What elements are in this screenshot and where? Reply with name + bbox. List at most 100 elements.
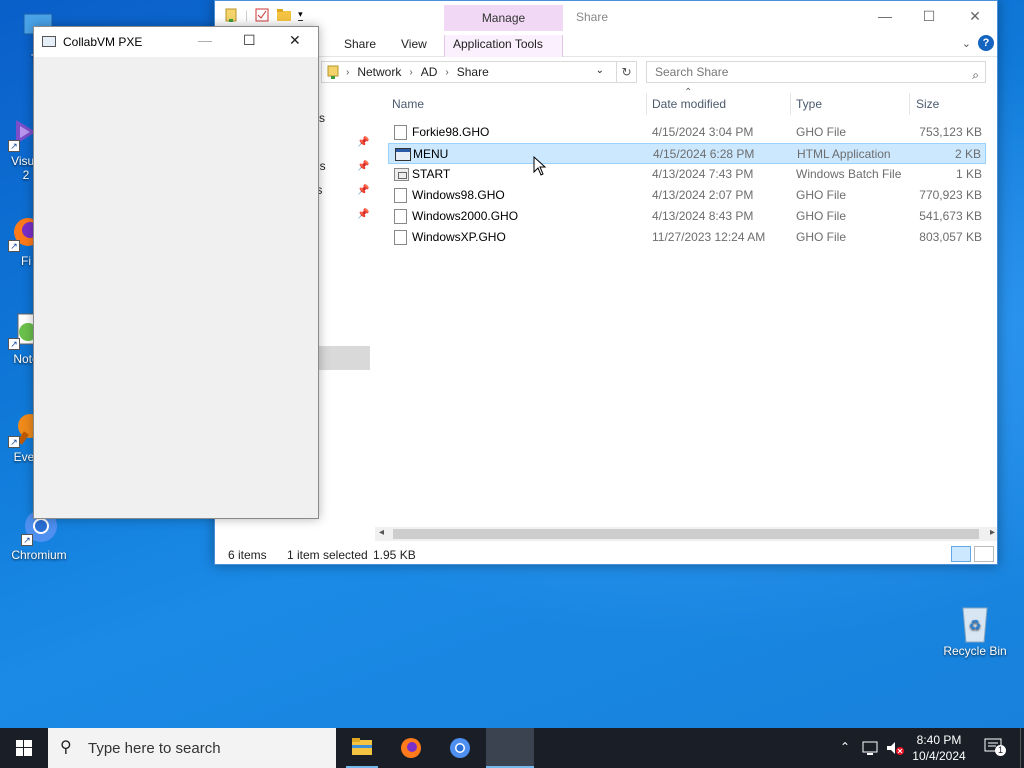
properties-icon[interactable] — [254, 7, 270, 23]
breadcrumb-separator-icon: › — [445, 66, 449, 78]
file-row[interactable]: Windows2000.GHO 4/13/2024 8:43 PM GHO File… — [388, 206, 986, 227]
pin-icon[interactable]: 📌 — [357, 137, 369, 148]
taskbar-collabvm-pxe[interactable] — [486, 728, 534, 768]
app-window-icon — [42, 36, 56, 47]
address-row: › Network › AD › Share ⌄ ↻ Search Share … — [215, 61, 997, 85]
recycle-bin-icon: ♻ — [955, 602, 995, 643]
file-date-modified: 4/15/2024 6:28 PM — [653, 147, 755, 161]
column-divider[interactable] — [646, 93, 647, 115]
show-desktop-button[interactable] — [1020, 728, 1024, 768]
file-name: Windows98.GHO — [412, 188, 505, 202]
shortcut-arrow-icon: ↗ — [8, 436, 20, 448]
network-folder-icon — [327, 65, 339, 79]
pin-icon[interactable]: 📌 — [357, 185, 369, 196]
address-bar[interactable]: › Network › AD › Share ⌄ — [321, 61, 617, 83]
expand-ribbon-chevron-icon[interactable]: ⌄ — [962, 37, 971, 50]
file-date-modified: 4/13/2024 2:07 PM — [652, 188, 754, 202]
maximize-button[interactable]: ☐ — [243, 32, 256, 49]
file-name: START — [412, 167, 451, 181]
file-row[interactable]: MENU 4/15/2024 6:28 PM HTML Application 2 K… — [388, 143, 986, 164]
column-type[interactable]: Type — [796, 97, 822, 111]
breadcrumb-network[interactable]: Network — [357, 65, 401, 79]
desktop-icon-label: Recycle Bin — [943, 644, 1007, 658]
file-type: GHO File — [796, 209, 847, 223]
minimize-button[interactable]: — — [865, 5, 905, 27]
file-explorer-window[interactable]: | ▾ Manage Share — ☐ ✕ Share View Applic… — [214, 0, 998, 565]
file-row[interactable]: WindowsXP.GHO 11/27/2023 12:24 AM GHO File… — [388, 227, 986, 248]
taskbar-search-box[interactable]: ⚲ Type here to search — [48, 728, 336, 768]
file-row[interactable]: Forkie98.GHO 4/15/2024 3:04 PM GHO File 753… — [388, 122, 986, 143]
file-name: Forkie98.GHO — [412, 125, 490, 139]
taskbar-firefox[interactable] — [387, 728, 435, 768]
status-size: 1.95 KB — [373, 548, 416, 562]
hta-icon — [395, 148, 411, 161]
scroll-right-icon[interactable]: ▸ — [990, 527, 995, 538]
tab-view[interactable]: View — [393, 35, 435, 57]
show-hidden-icons[interactable]: ⌃ — [840, 740, 850, 768]
column-name[interactable]: Name — [392, 97, 424, 111]
scrollbar-thumb[interactable] — [393, 529, 979, 539]
status-item-count: 6 items — [228, 548, 267, 562]
large-icons-view-icon[interactable] — [974, 546, 994, 562]
system-clock[interactable]: 8:40 PM 10/4/2024 — [905, 732, 973, 764]
file-date-modified: 4/15/2024 3:04 PM — [652, 125, 754, 139]
pin-icon[interactable]: 📌 — [357, 209, 369, 220]
tab-share[interactable]: Share — [336, 35, 384, 57]
refresh-icon[interactable]: ↻ — [617, 61, 637, 83]
tab-application-tools[interactable]: Application Tools — [444, 35, 563, 57]
minimize-button[interactable]: — — [198, 32, 212, 48]
column-divider[interactable] — [790, 93, 791, 115]
file-name: MENU — [413, 147, 449, 161]
start-button[interactable] — [0, 728, 48, 768]
volume-muted-icon[interactable] — [885, 740, 905, 768]
details-view-icon[interactable] — [951, 546, 971, 562]
desktop-icon-recycle-bin[interactable]: ♻ Recycle Bin — [937, 602, 1013, 658]
breadcrumb-ad[interactable]: AD — [421, 65, 438, 79]
taskbar-chromium[interactable] — [436, 728, 484, 768]
file-type: HTML Application — [797, 147, 891, 161]
file-name: Windows2000.GHO — [412, 209, 519, 223]
file-row[interactable]: START 4/13/2024 7:43 PM Windows Batch File… — [388, 164, 986, 185]
file-size: 2 KB — [954, 147, 981, 161]
quick-access-toolbar: | ▾ — [223, 7, 303, 23]
firefox-icon — [401, 738, 421, 758]
file-type: GHO File — [796, 125, 847, 139]
column-headers: ⌃ Name Date modified Type Size — [388, 87, 991, 115]
file-type: GHO File — [796, 230, 847, 244]
column-size[interactable]: Size — [916, 97, 939, 111]
network-icon[interactable] — [862, 740, 880, 768]
file-icon — [394, 125, 407, 140]
folder-pin-icon[interactable] — [223, 7, 239, 23]
close-button[interactable]: ✕ — [289, 32, 301, 49]
clock-date: 10/4/2024 — [912, 749, 966, 763]
notification-badge: 1 — [995, 745, 1006, 756]
help-icon[interactable]: ? — [978, 35, 994, 51]
horizontal-scrollbar[interactable]: ◂ ▸ — [375, 527, 997, 541]
column-date-modified[interactable]: Date modified — [652, 97, 726, 111]
manage-contextual-tab[interactable]: Manage — [444, 5, 563, 31]
maximize-button[interactable]: ☐ — [909, 5, 949, 27]
shortcut-arrow-icon: ↗ — [8, 140, 20, 152]
pin-icon[interactable]: 📌 — [357, 161, 369, 172]
action-center-icon[interactable]: 1 — [984, 738, 1006, 756]
file-icon — [394, 188, 407, 203]
file-icon — [394, 209, 407, 224]
status-selected: 1 item selected — [287, 548, 368, 562]
shortcut-arrow-icon: ↗ — [8, 240, 20, 252]
breadcrumb-share[interactable]: Share — [457, 65, 489, 79]
scroll-left-icon[interactable]: ◂ — [379, 527, 384, 538]
file-size: 1 KB — [955, 167, 982, 181]
collabvm-pxe-window[interactable]: CollabVM PXE — ☐ ✕ — [33, 26, 319, 519]
close-button[interactable]: ✕ — [955, 5, 995, 27]
file-date-modified: 4/13/2024 7:43 PM — [652, 167, 754, 181]
customize-toolbar-icon[interactable]: ▾ — [298, 9, 303, 21]
search-icon: ⌕ — [972, 68, 979, 82]
search-input[interactable]: Search Share ⌕ — [646, 61, 986, 83]
file-size: 753,123 KB — [919, 125, 982, 139]
new-folder-icon[interactable] — [276, 7, 292, 23]
address-dropdown-icon[interactable]: ⌄ — [596, 65, 604, 76]
collabvm-titlebar[interactable]: CollabVM PXE — ☐ ✕ — [34, 27, 318, 57]
column-divider[interactable] — [909, 93, 910, 115]
file-row[interactable]: Windows98.GHO 4/13/2024 2:07 PM GHO File 77… — [388, 185, 986, 206]
taskbar-file-explorer[interactable] — [338, 728, 386, 768]
